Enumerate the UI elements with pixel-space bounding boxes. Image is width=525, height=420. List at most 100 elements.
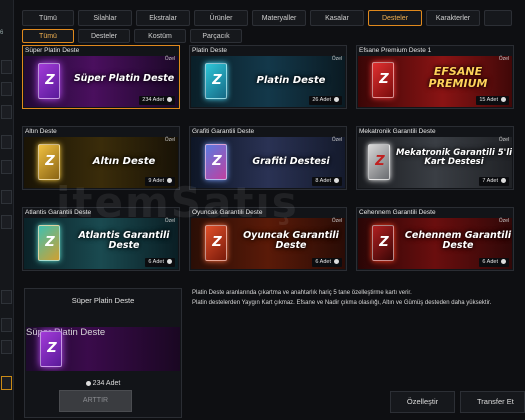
left-arrow-button[interactable]: [1, 105, 12, 119]
category-tabs: Tümü Silahlar Ekstralar Ürünler Materyal…: [22, 10, 512, 26]
inventory-screen: 6 Tümü Silahlar Ekstralar Ürünler Matery…: [0, 0, 525, 420]
deck-card[interactable]: Cehennem Garantili Deste Z Cehennem Gara…: [356, 207, 514, 271]
special-badge: Özel: [331, 137, 342, 143]
deck-pack-name: Grafiti Destesi: [252, 156, 330, 167]
selected-deck-count-text: 234 Adet: [92, 380, 121, 387]
deck-count: 15 Adet: [476, 96, 509, 105]
deck-pack-image: Z: [205, 144, 227, 180]
left-arrow-button[interactable]: [1, 135, 12, 149]
info-icon: [85, 380, 91, 386]
info-icon: [334, 259, 339, 265]
tab-all[interactable]: Tümü: [22, 10, 74, 26]
deck-title: Mekatronik Garantili Deste: [359, 128, 436, 135]
deck-count-text: 15 Adet: [479, 97, 498, 103]
deck-pack-image: Z: [205, 63, 227, 99]
left-arrow-button[interactable]: [1, 160, 12, 174]
special-badge: Özel: [164, 137, 175, 143]
info-icon: [501, 259, 506, 265]
deck-count: 6 Adet: [145, 258, 175, 267]
description-line: Platin Deste aranlarında çıkartma ve ana…: [192, 290, 412, 296]
tab-products[interactable]: Ürünler: [194, 10, 248, 26]
special-badge: Özel: [164, 56, 175, 62]
deck-card[interactable]: Grafiti Garantili Deste Z Grafiti Destes…: [189, 126, 347, 190]
deck-card[interactable]: Süper Platin Deste Z Süper Platin Deste …: [22, 45, 180, 109]
deck-title: Platin Deste: [192, 47, 228, 54]
deck-card[interactable]: Atlantis Garantili Deste Z Atlantis Gara…: [22, 207, 180, 271]
subtab-decks[interactable]: Desteler: [78, 29, 130, 43]
left-arrow-button[interactable]: [1, 60, 12, 74]
left-orange-button[interactable]: [1, 376, 12, 390]
deck-title: Atlantis Garantili Deste: [25, 209, 92, 216]
special-badge: Özel: [331, 56, 342, 62]
deck-pack-name: Süper Platin Deste: [73, 73, 175, 84]
deck-card[interactable]: Mekatronik Garantili Deste Z Mekatronik …: [356, 126, 514, 190]
tab-cases[interactable]: Kasalar: [310, 10, 364, 26]
info-icon: [334, 178, 339, 184]
left-arrow-button[interactable]: [1, 190, 12, 204]
deck-count: 26 Adet: [309, 96, 342, 105]
subtab-all[interactable]: Tümü: [22, 29, 74, 43]
tab-materials[interactable]: Materyaller: [252, 10, 306, 26]
deck-count: 234 Adet: [139, 96, 175, 105]
tab-more[interactable]: [484, 10, 512, 26]
deck-card[interactable]: Oyuncak Garantili Deste Z Oyuncak Garant…: [189, 207, 347, 271]
deck-title: Süper Platin Deste: [25, 47, 80, 54]
info-icon: [501, 178, 506, 184]
deck-pack-image: Z: [40, 331, 62, 367]
selected-deck-title: Süper Platin Deste: [71, 296, 135, 305]
deck-count: 7 Adet: [479, 177, 509, 186]
selected-deck-count: 234 Adet: [25, 380, 181, 387]
special-badge: Özel: [498, 137, 509, 143]
deck-count-text: 8 Adet: [315, 178, 331, 184]
description-line: Platin destelerden Yaygın Kart çıkmaz. E…: [192, 300, 492, 306]
deck-title: Grafiti Garantili Deste: [192, 128, 255, 135]
deck-pack-name: Mekatronik Garantili 5'li Kart Destesi: [395, 148, 512, 167]
info-icon: [167, 97, 172, 103]
deck-description: Platin Deste aranlarında çıkartma ve ana…: [192, 288, 525, 308]
tab-decks[interactable]: Desteler: [368, 10, 422, 26]
subtab-costume[interactable]: Kostüm: [134, 29, 186, 43]
left-arrow-button[interactable]: [1, 340, 12, 354]
special-badge: Özel: [498, 56, 509, 62]
deck-count-text: 9 Adet: [148, 178, 164, 184]
left-value: 6: [0, 30, 4, 36]
special-badge: Özel: [164, 218, 175, 224]
deck-pack-image: Z: [368, 144, 390, 180]
deck-count-text: 26 Adet: [312, 97, 331, 103]
deck-card[interactable]: Platin Deste Z Platin Deste Özel 26 Adet: [189, 45, 347, 109]
special-badge: Özel: [498, 218, 509, 224]
left-arrow-button[interactable]: [1, 318, 12, 332]
selected-deck-art: Z Süper Platin Deste: [26, 327, 180, 371]
deck-card[interactable]: Efsane Premium Deste 1 Z EFSANE PREMIUM …: [356, 45, 514, 109]
deck-pack-name: EFSANE PREMIUM: [428, 65, 488, 90]
tab-characters[interactable]: Karakterler: [426, 10, 480, 26]
deck-pack-name: Altın Deste: [92, 156, 156, 167]
transfer-button[interactable]: Transfer Et: [460, 391, 525, 413]
deck-count-text: 7 Adet: [482, 178, 498, 184]
info-icon: [334, 97, 339, 103]
increase-button[interactable]: ARTTIR: [59, 390, 132, 412]
deck-title: Oyuncak Garantili Deste: [192, 209, 263, 216]
left-arrow-button[interactable]: [1, 215, 12, 229]
customize-button[interactable]: Özelleştir: [390, 391, 455, 413]
special-badge: Özel: [331, 218, 342, 224]
deck-pack-image: Z: [372, 62, 394, 98]
left-arrow-button[interactable]: [1, 290, 12, 304]
deck-count: 6 Adet: [312, 258, 342, 267]
deck-pack-name: Cehennem Garantili Deste: [404, 230, 512, 251]
tab-weapons[interactable]: Silahlar: [78, 10, 132, 26]
sub-tabs: Tümü Desteler Kostüm Parçacık: [22, 29, 242, 43]
deck-count: 8 Adet: [312, 177, 342, 186]
subtab-particle[interactable]: Parçacık: [190, 29, 242, 43]
deck-count: 9 Adet: [145, 177, 175, 186]
deck-pack-name: Atlantis Garantili Deste: [78, 230, 170, 251]
info-icon: [167, 259, 172, 265]
deck-card[interactable]: Altın Deste Z Altın Deste Özel 9 Adet: [22, 126, 180, 190]
deck-pack-image: Z: [372, 225, 394, 261]
tab-extras[interactable]: Ekstralar: [136, 10, 190, 26]
deck-count-text: 234 Adet: [142, 97, 164, 103]
left-arrow-button[interactable]: [1, 82, 12, 96]
info-icon: [501, 97, 506, 103]
deck-count-text: 6 Adet: [148, 259, 164, 265]
deck-title: Cehennem Garantili Deste: [359, 209, 436, 216]
